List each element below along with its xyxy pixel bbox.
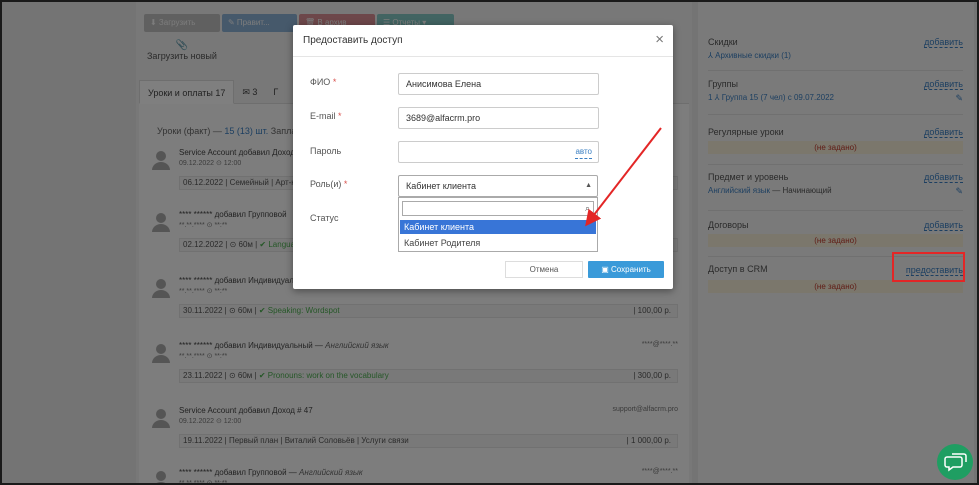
chat-icon[interactable] [937, 444, 973, 480]
annotation-arrow [585, 127, 662, 227]
